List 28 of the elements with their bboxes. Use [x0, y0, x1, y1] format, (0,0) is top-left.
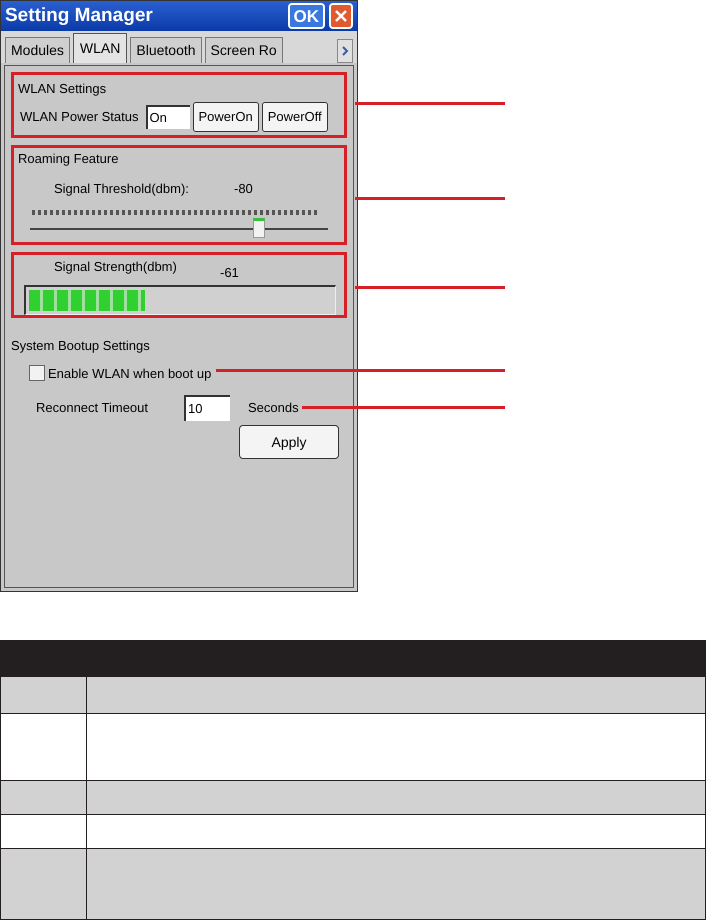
- checkbox-label: Enable WLAN when boot up: [48, 364, 212, 383]
- close-icon: [334, 9, 348, 23]
- threshold-value: -80: [234, 180, 253, 198]
- group-title: System Bootup Settings: [11, 337, 151, 355]
- unit-label: Seconds: [248, 399, 299, 418]
- field-label: Signal Strength(dbm): [54, 258, 178, 276]
- apply-button[interactable]: Apply: [239, 425, 339, 459]
- field-label: Reconnect Timeout: [36, 399, 150, 418]
- ok-button[interactable]: OK: [288, 3, 325, 29]
- tab[interactable]: Screen Ro: [204, 37, 283, 63]
- group-title: Roaming Feature: [18, 150, 120, 168]
- status-field: On: [146, 104, 190, 128]
- group-title: WLAN Settings: [18, 80, 108, 98]
- signal-value: -61: [220, 264, 239, 282]
- tab[interactable]: WLAN: [72, 33, 128, 63]
- power-button[interactable]: PowerOff: [262, 102, 328, 132]
- chevron-right-icon: [341, 46, 349, 56]
- checkbox[interactable]: [29, 365, 45, 382]
- close-button[interactable]: [329, 3, 353, 29]
- timeout-field[interactable]: 10: [184, 395, 230, 421]
- field-label: WLAN Power Status: [20, 108, 138, 126]
- power-button[interactable]: PowerOn: [192, 102, 259, 132]
- tab[interactable]: Bluetooth: [130, 37, 202, 63]
- window-title: Setting Manager: [5, 4, 154, 28]
- tab-scroll-button[interactable]: [337, 39, 353, 63]
- field-label: Signal Threshold(dbm):: [54, 180, 190, 198]
- tab[interactable]: Modules: [5, 37, 70, 63]
- slider-thumb[interactable]: [253, 218, 266, 238]
